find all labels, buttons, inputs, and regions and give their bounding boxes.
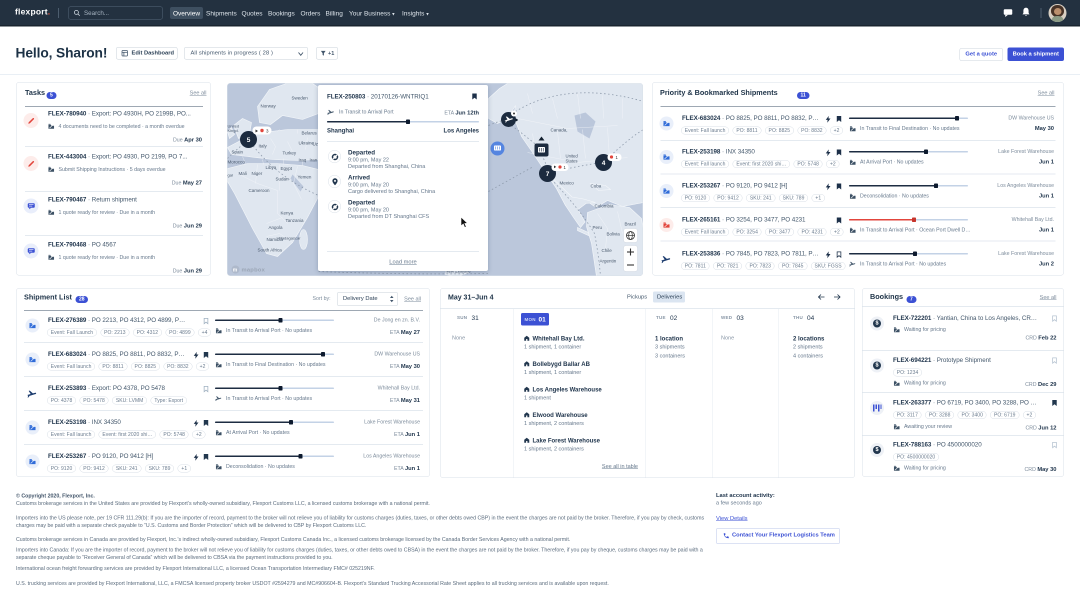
svg-text:Colombia: Colombia <box>595 204 615 209</box>
svg-text:Madagascar: Madagascar <box>279 236 302 241</box>
svg-text:Peru: Peru <box>593 225 603 230</box>
svg-text:Iraq: Iraq <box>299 158 307 163</box>
svg-text:4: 4 <box>602 160 606 167</box>
svg-text:Iran: Iran <box>310 158 318 163</box>
svg-text:Norway: Norway <box>261 104 277 109</box>
svg-text:Italy: Italy <box>259 144 268 149</box>
svg-text:South Africa: South Africa <box>258 248 283 253</box>
svg-text:Mexico: Mexico <box>560 181 575 186</box>
svg-text:Canada,: Canada, <box>551 128 568 133</box>
svg-text:Libya: Libya <box>266 165 277 170</box>
svg-text:Morocco: Morocco <box>228 160 246 165</box>
svg-text:Turkey: Turkey <box>283 151 297 156</box>
svg-text:m: m <box>233 268 238 274</box>
svg-text:Argentin: Argentin <box>600 259 617 264</box>
svg-text:gal: gal <box>228 173 233 178</box>
svg-text:Mali: Mali <box>239 171 247 176</box>
svg-text:Angola: Angola <box>269 225 284 230</box>
svg-text:7: 7 <box>546 171 550 178</box>
svg-text:mapbox: mapbox <box>242 268 266 274</box>
svg-text:Niger: Niger <box>252 171 263 176</box>
svg-text:Chile: Chile <box>602 248 613 253</box>
svg-text:Sudan: Sudan <box>276 177 290 182</box>
svg-text:Sweden: Sweden <box>292 96 309 101</box>
svg-text:Kingd.: Kingd. <box>228 128 239 133</box>
svg-text:Kenya: Kenya <box>281 211 294 216</box>
svg-text:Spain: Spain <box>232 150 244 155</box>
svg-text:Egypt: Egypt <box>281 166 293 171</box>
svg-text:Cuba: Cuba <box>591 184 602 189</box>
svg-text:States: States <box>566 159 578 164</box>
svg-text:Bolivia: Bolivia <box>607 232 621 237</box>
svg-text:5: 5 <box>247 137 251 144</box>
svg-text:Belarus: Belarus <box>302 131 318 136</box>
svg-text:Cameroon: Cameroon <box>249 188 271 193</box>
svg-text:Tanzania: Tanzania <box>286 218 305 223</box>
svg-text:Brazil: Brazil <box>625 222 636 227</box>
svg-text:Yemen: Yemen <box>298 175 312 180</box>
